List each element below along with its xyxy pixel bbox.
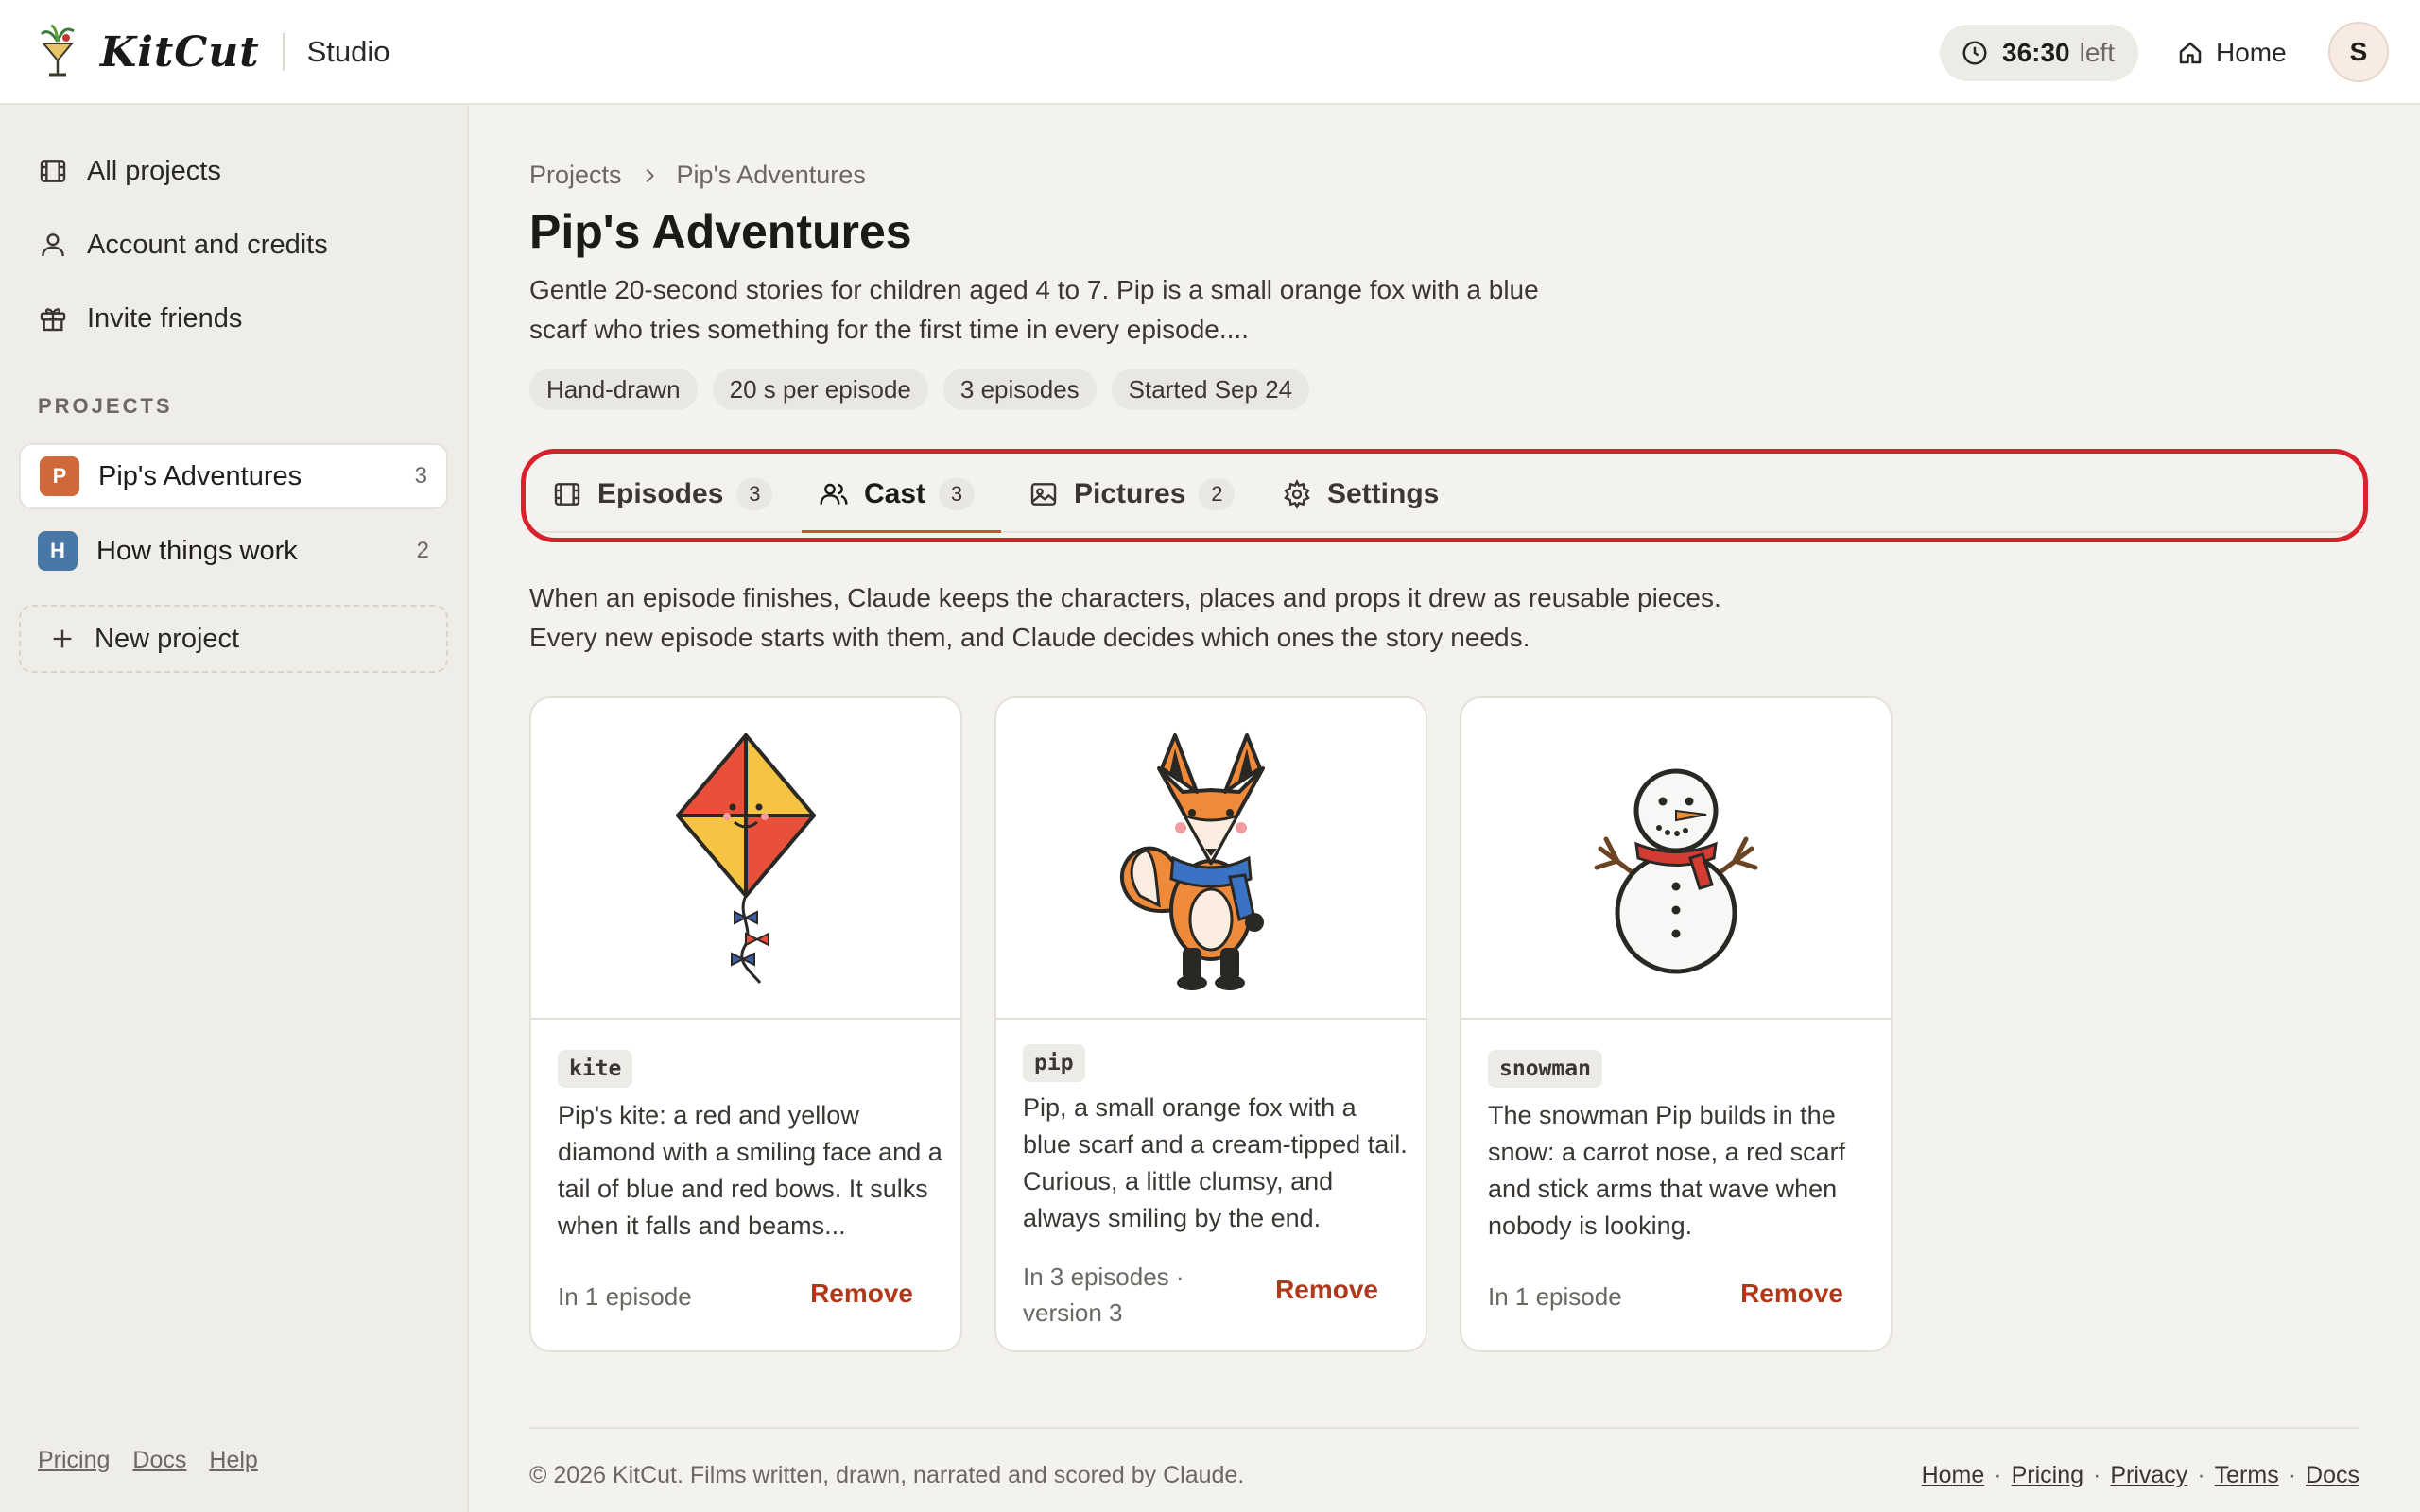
cast-usage: In 1 episode — [558, 1282, 692, 1311]
project-name: Pip's Adventures — [98, 460, 302, 491]
home-icon — [2179, 42, 2202, 64]
snowman-illustration-icon — [1594, 768, 1758, 974]
footer-separator: · — [2288, 1462, 2297, 1488]
footer-copyright: © 2026 KitCut. Films written, drawn, nar… — [529, 1462, 1245, 1488]
home-label: Home — [2216, 38, 2287, 67]
cast-intro: When an episode finishes, Claude keeps t… — [529, 583, 1721, 652]
footer-link-pricing[interactable]: Pricing — [2012, 1462, 2083, 1489]
film-icon — [40, 160, 66, 182]
cast-description: The snowman Pip builds in the snow: a ca… — [1488, 1101, 1846, 1240]
cocktail-logo-icon — [40, 25, 75, 77]
new-project-label: New project — [95, 623, 240, 654]
sidebar-item-label: Account and credits — [87, 229, 328, 260]
kite-illustration-icon — [676, 733, 816, 984]
sidebar-footer-docs[interactable]: Docs — [132, 1447, 186, 1474]
brand-name: KitCut — [100, 27, 260, 77]
project-count: 2 — [416, 538, 429, 563]
footer-link-home[interactable]: Home — [1922, 1462, 1985, 1489]
footer-divider — [529, 1427, 2360, 1429]
cast-card-kite: kite Pip's kite: a red and yellow diamon… — [529, 696, 962, 1352]
new-project-button[interactable]: New project — [19, 605, 448, 673]
brand[interactable]: KitCut Studio — [38, 25, 390, 79]
timer-value: 36:30 — [2002, 38, 2070, 67]
cast-description: Pip, a small orange fox with a blue scar… — [1023, 1093, 1408, 1232]
remove-button[interactable]: Remove — [1740, 1279, 1843, 1309]
timer-suffix: left — [2079, 38, 2115, 67]
sidebar: All projects Account and credits Invite … — [0, 105, 469, 1512]
sidebar-item-label: Invite friends — [87, 302, 243, 334]
projects-section-label: PROJECTS — [38, 394, 173, 418]
tabs-highlight-outline — [521, 449, 2368, 542]
brand-section: Studio — [306, 35, 390, 68]
top-bar: KitCut Studio 36:30 left Home S — [0, 0, 2420, 105]
cast-tag: kite — [558, 1050, 633, 1088]
footer-link-docs[interactable]: Docs — [2306, 1462, 2360, 1489]
cast-card-snowman: snowman The snowman Pip builds in the sn… — [1460, 696, 1893, 1352]
cast-usage: In 1 episode — [1488, 1282, 1622, 1311]
breadcrumb-projects[interactable]: Projects — [529, 161, 622, 190]
plus-icon — [53, 629, 72, 648]
chip-duration: 20 s per episode — [712, 369, 928, 410]
cast-art-pip — [996, 698, 1426, 1020]
cast-usage: In 3 episodes · version 3 — [1023, 1263, 1184, 1327]
cast-tag: snowman — [1488, 1050, 1602, 1088]
page-title: Pip's Adventures — [529, 205, 912, 258]
user-icon — [42, 233, 64, 257]
sidebar-item-invite[interactable]: Invite friends — [38, 295, 242, 342]
user-avatar[interactable]: S — [2328, 22, 2389, 82]
remove-button[interactable]: Remove — [810, 1279, 913, 1309]
chevron-right-icon — [646, 168, 654, 182]
project-meta-chips: Hand-drawn 20 s per episode 3 episodes S… — [529, 369, 1310, 410]
sidebar-item-all-projects[interactable]: All projects — [38, 147, 221, 195]
project-name: How things work — [96, 535, 298, 566]
breadcrumb: Projects Pip's Adventures — [529, 161, 866, 190]
home-link[interactable]: Home — [2176, 30, 2287, 76]
sidebar-item-label: All projects — [87, 155, 221, 186]
footer-separator: · — [1994, 1462, 2002, 1488]
footer-separator: · — [2093, 1462, 2101, 1488]
sidebar-project-pips-adventures[interactable]: P Pip's Adventures 3 — [19, 443, 448, 509]
breadcrumb-current: Pip's Adventures — [676, 161, 866, 189]
chip-style: Hand-drawn — [529, 369, 698, 410]
cast-tag: pip — [1023, 1044, 1085, 1082]
cast-art-snowman — [1461, 698, 1891, 1020]
sidebar-item-account[interactable]: Account and credits — [38, 221, 328, 268]
project-count: 3 — [414, 463, 427, 489]
clock-icon — [1962, 41, 1987, 65]
remove-button[interactable]: Remove — [1275, 1275, 1378, 1305]
project-badge: H — [38, 531, 78, 571]
brand-divider — [282, 33, 285, 71]
gift-icon — [40, 308, 66, 332]
fox-illustration-icon — [1120, 733, 1265, 990]
cast-description: Pip's kite: a red and yellow diamond wit… — [558, 1101, 942, 1240]
cast-art-kite — [531, 698, 960, 1020]
chip-started: Started Sep 24 — [1111, 369, 1310, 410]
project-description: Gentle 20-second stories for children ag… — [529, 275, 1539, 344]
footer-link-privacy[interactable]: Privacy — [2110, 1462, 2187, 1489]
chip-episodes: 3 episodes — [942, 369, 1097, 410]
sidebar-footer: Pricing Docs Help — [38, 1447, 258, 1474]
footer-link-terms[interactable]: Terms — [2215, 1462, 2279, 1489]
sidebar-project-how-things-work[interactable]: H How things work 2 — [19, 518, 448, 584]
credits-timer: 36:30 left — [1940, 25, 2138, 81]
footer-links: Home · Pricing · Privacy · Terms · Docs — [1922, 1462, 2360, 1489]
project-badge: P — [40, 456, 79, 496]
footer-separator: · — [2197, 1462, 2205, 1488]
sidebar-footer-pricing[interactable]: Pricing — [38, 1447, 110, 1474]
cast-card-pip: pip Pip, a small orange fox with a blue … — [994, 696, 1427, 1352]
sidebar-footer-help[interactable]: Help — [209, 1447, 257, 1474]
